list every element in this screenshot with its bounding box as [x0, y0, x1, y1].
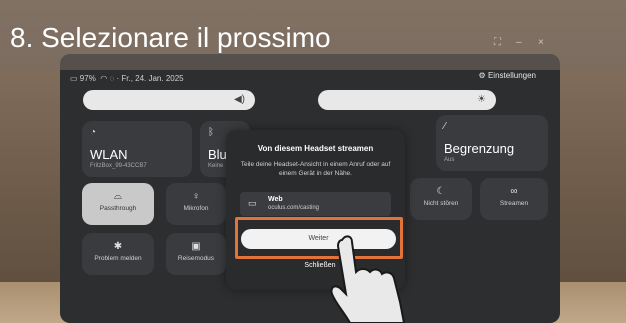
stream-label: Streamen	[499, 200, 529, 207]
pointing-hand	[330, 235, 406, 323]
bluetooth-status: Keine	[208, 163, 224, 169]
bluetooth-icon: ᛒ	[208, 127, 214, 138]
wlan-network: FritzBox_99-43CCB7	[90, 163, 147, 169]
battery-icon: ▭	[70, 74, 78, 83]
step-title: 8. Selezionare il prossimo	[10, 22, 331, 53]
bug-icon: ✱	[113, 241, 123, 252]
settings-link[interactable]: ⚙ Einstellungen	[479, 71, 536, 80]
web-cast-option[interactable]: ▭ Web oculus.com/casting	[240, 192, 391, 216]
lock-icon: ▣	[191, 241, 201, 252]
volume-slider[interactable]: ◀)	[83, 90, 255, 110]
status-bar: ▭ 97% ◠ ◌ · Fr., 24. Jan. 2025	[70, 74, 184, 83]
stream-button[interactable]: ∞ Streamen	[480, 178, 548, 220]
passthrough-button[interactable]: ⌓ Passthrough	[82, 183, 154, 225]
mic-button[interactable]: ♀ Mikrofon	[166, 183, 226, 225]
gear-icon: ⚙	[478, 71, 486, 80]
web-option-url: oculus.com/casting	[268, 205, 320, 211]
brightness-slider[interactable]: ☀	[318, 90, 496, 110]
report-problem-button[interactable]: ✱ Problem melden	[82, 233, 154, 275]
wifi-status-icon: ◠	[100, 74, 108, 83]
dialog-title: Von diesem Headset streamen	[257, 144, 374, 153]
web-option-title: Web	[268, 196, 283, 203]
settings-label: Einstellungen	[487, 71, 536, 80]
mic-label: Mikrofon	[183, 205, 209, 212]
dnd-label: Nicht stören	[423, 200, 459, 207]
dialog-description: Teile deine Headset-Ansicht in einem Anr…	[240, 161, 391, 177]
minimize-icon[interactable]: –	[516, 37, 522, 48]
travel-mode-button[interactable]: ▣ Reisemodus	[166, 233, 226, 275]
tile-boundary[interactable]: ⁄ Begrenzung Aus	[436, 115, 548, 171]
notification-icon: ◌	[109, 74, 115, 83]
boundary-title: Begrenzung	[444, 141, 515, 156]
mic-icon: ♀	[192, 191, 200, 202]
passthrough-label: Passthrough	[99, 205, 137, 212]
close-icon[interactable]: ×	[538, 37, 544, 48]
speaker-icon: ◀)	[233, 94, 245, 105]
stream-icon: ∞	[510, 186, 518, 197]
wlan-title: WLAN	[90, 147, 128, 162]
tile-wlan[interactable]: ◔ WLAN FritzBox_99-43CCB7	[82, 121, 192, 177]
boundary-icon: ⁄	[444, 121, 446, 132]
tutorial-banner: 8. Selezionare il prossimo	[0, 0, 626, 70]
boundary-status: Aus	[444, 157, 455, 163]
report-label: Problem melden	[94, 255, 142, 262]
wifi-icon: ◔	[90, 127, 97, 138]
moon-icon: ☾	[436, 186, 446, 197]
dnd-button[interactable]: ☾ Nicht stören	[410, 178, 472, 220]
expand-icon[interactable]: ⛶	[494, 37, 501, 48]
travel-label: Reisemodus	[177, 255, 215, 262]
monitor-icon: ▭	[248, 198, 257, 208]
sun-icon: ☀	[477, 94, 486, 105]
date-text: Fr., 24. Jan. 2025	[121, 74, 184, 83]
passthrough-icon: ⌓	[114, 191, 122, 202]
battery-level: 97%	[79, 74, 96, 83]
